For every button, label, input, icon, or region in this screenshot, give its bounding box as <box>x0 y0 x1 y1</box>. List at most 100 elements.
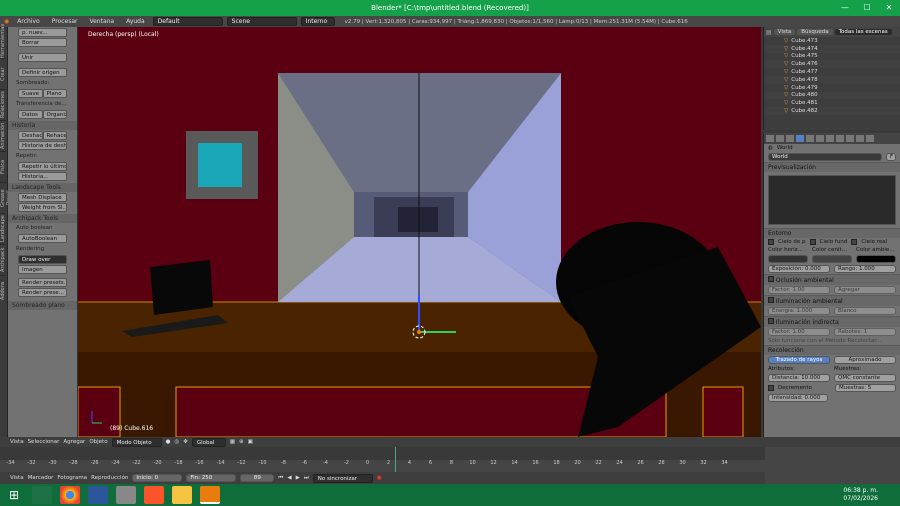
layout-select[interactable]: Default <box>152 17 223 26</box>
timeline-ruler[interactable]: -34 -32 -30 -28 -26 -24 -22 -20 -18 -16 -14 -12 -10-… <box>0 460 765 470</box>
tab-archipack[interactable]: Archipack <box>0 244 6 275</box>
flat-shading-header[interactable]: Sombreado plano <box>8 301 77 310</box>
tab-create[interactable]: Crear <box>0 58 6 89</box>
tab-addons[interactable]: Addons <box>0 275 6 306</box>
scene-tab-icon[interactable] <box>786 135 794 142</box>
outliner-row[interactable]: ▽ Cube.482 <box>764 107 900 115</box>
timeline-view-menu[interactable]: Vista <box>10 475 24 481</box>
outliner-row[interactable]: ▽ Cube.473 <box>764 37 900 45</box>
object-menu[interactable]: Objeto <box>89 439 107 445</box>
jump-start-icon[interactable]: ⏮ <box>278 475 283 482</box>
outliner-tab-search[interactable]: Búsqueda <box>797 29 833 35</box>
outliner-row[interactable]: ▽ Cube.476 <box>764 60 900 69</box>
real-sky-checkbox[interactable] <box>851 239 858 245</box>
ao-checkbox[interactable] <box>768 276 774 282</box>
scene-select[interactable]: Scene <box>226 17 297 26</box>
repeat-last-button[interactable]: Repetir lo último <box>18 162 67 171</box>
env-light-panel-header[interactable]: Iluminación ambiental <box>764 295 900 306</box>
engine-select[interactable]: Interno <box>300 17 335 26</box>
sampling-method-select[interactable]: QMC constante <box>834 374 896 382</box>
data-tab-icon[interactable] <box>836 135 844 142</box>
organize-button[interactable]: Organiza <box>42 110 67 119</box>
play-icon[interactable]: ▶ <box>296 475 300 481</box>
approximate-button[interactable]: Aproximado <box>834 356 896 364</box>
indirect-checkbox[interactable] <box>768 318 774 324</box>
menu-window[interactable]: Ventana <box>85 18 118 25</box>
windows-start-icon[interactable]: ⊞ <box>4 486 24 504</box>
env-mode-select[interactable]: Blanco <box>834 307 896 315</box>
close-button[interactable]: ✕ <box>878 0 900 16</box>
menu-file[interactable]: Archivo <box>13 18 43 25</box>
distance-field[interactable]: Distancia: 10.000 <box>768 374 830 382</box>
manipulator-icon[interactable]: ✥ <box>183 439 188 445</box>
physics-tab-icon[interactable] <box>866 135 874 142</box>
flat-button[interactable]: Plano <box>42 89 67 98</box>
3d-viewport[interactable]: Derecha (persp) (Local) (89) Cube.616 <box>78 27 761 437</box>
jump-end-icon[interactable]: ⏭ <box>304 475 309 482</box>
env-light-checkbox[interactable] <box>768 297 774 303</box>
history-button[interactable]: Historia... <box>18 172 67 181</box>
samples-field[interactable]: Muestras: 5 <box>835 384 896 392</box>
layers-icon[interactable]: ▦ <box>230 439 235 445</box>
undo-history-button[interactable]: Historia de deshacer <box>18 141 67 150</box>
autoboolean-button[interactable]: AutoBoolean <box>18 234 67 243</box>
menu-help[interactable]: Ayuda <box>122 18 149 25</box>
fake-user-button[interactable]: F <box>886 153 896 161</box>
tab-tools[interactable]: Herramientas <box>0 24 6 58</box>
modifiers-tab-icon[interactable] <box>826 135 834 142</box>
history-panel-header[interactable]: Historia <box>8 121 77 130</box>
outliner-tab-all-scenes[interactable]: Todas las escenas <box>834 29 892 35</box>
minimize-button[interactable]: — <box>834 0 856 16</box>
file-explorer-icon[interactable] <box>172 486 192 504</box>
ambient-color-swatch[interactable] <box>856 255 896 263</box>
menu-render[interactable]: Procesar <box>48 18 82 25</box>
taskbar-clock[interactable]: 06:38 p. m. 07/02/2026 <box>843 487 900 503</box>
redo-button[interactable]: Rehacer <box>42 131 67 140</box>
current-frame-field[interactable]: 89 <box>240 474 275 482</box>
play-reverse-icon[interactable]: ◀ <box>287 475 291 481</box>
outliner-row[interactable]: ▽ Cube.479 <box>764 84 900 92</box>
archipack-panel-header[interactable]: Archipack Tools <box>8 214 77 223</box>
app-icon[interactable] <box>116 486 136 504</box>
current-frame-marker[interactable] <box>395 447 396 472</box>
environment-panel-header[interactable]: Entorno <box>764 228 900 238</box>
ao-mode-select[interactable]: Agregar <box>834 286 896 294</box>
indirect-bounces-field[interactable]: Rebotes: 1 <box>834 328 896 336</box>
draw-over-select[interactable]: Draw over <box>18 255 67 264</box>
timeline-marker-menu[interactable]: Marcador <box>28 475 54 481</box>
preview-panel-header[interactable]: Previsualización <box>764 162 900 172</box>
mode-select[interactable]: Modo Objeto <box>111 437 162 447</box>
data-button[interactable]: Datos <box>18 110 43 119</box>
mesh-displace-button[interactable]: Mesh Displace <box>18 193 67 202</box>
falloff-checkbox[interactable] <box>768 385 774 391</box>
constraints-tab-icon[interactable] <box>816 135 824 142</box>
ao-panel-header[interactable]: Oclusión ambiental <box>764 274 900 285</box>
tab-relations[interactable]: Relaciones <box>0 89 6 120</box>
image-button[interactable]: Imagen <box>18 265 67 274</box>
outliner-row[interactable]: ▽ Cube.480 <box>764 91 900 100</box>
outliner-row[interactable]: ▽ Cube.474 <box>764 44 900 53</box>
timeline-playback-menu[interactable]: Reproducción <box>91 475 128 481</box>
smooth-button[interactable]: Suave <box>18 89 43 98</box>
delete-button[interactable]: Borrar <box>18 38 67 47</box>
pivot-icon[interactable]: ◎ <box>174 439 179 445</box>
blender-taskbar-icon[interactable] <box>200 486 220 504</box>
tab-animation[interactable]: Animación <box>0 120 6 151</box>
view-menu[interactable]: Vista <box>10 439 24 445</box>
blend-sky-checkbox[interactable] <box>809 239 816 245</box>
sync-select[interactable]: No sincronizar <box>312 473 373 483</box>
timeline-frame-menu[interactable]: Fotograma <box>57 475 87 481</box>
strength-field[interactable]: Intensidad: 0.000 <box>768 394 828 402</box>
join-button[interactable]: Unir <box>18 53 67 62</box>
shading-icon[interactable]: ● <box>166 439 171 445</box>
gather-panel-header[interactable]: Recolección <box>764 345 900 355</box>
orientation-select[interactable]: Global <box>191 437 226 447</box>
start-frame-field[interactable]: Inicio: 0 <box>132 474 183 482</box>
add-menu[interactable]: Agregar <box>63 439 85 445</box>
top-button[interactable]: p. nuev... <box>18 28 67 37</box>
weight-button[interactable]: Weight from Sl... <box>18 203 67 212</box>
zenith-color-swatch[interactable] <box>812 255 852 263</box>
record-icon[interactable]: ● <box>377 475 382 481</box>
outliner-row[interactable]: ▽ Cube.477 <box>764 68 900 76</box>
object-tab-icon[interactable] <box>806 135 814 142</box>
